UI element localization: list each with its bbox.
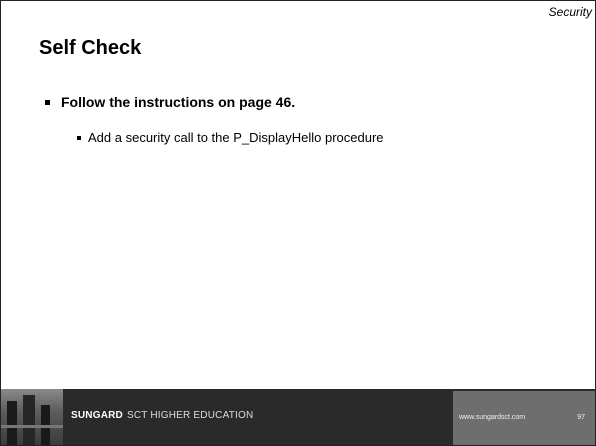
brand-name: SUNGARD xyxy=(71,410,123,421)
company-logo: SUNGARD SCT HIGHER EDUCATION xyxy=(71,410,253,421)
website-url: www.sungardsct.com xyxy=(459,414,526,421)
page-number: 97 xyxy=(577,414,585,421)
sub-bullet-item: Add a security call to the P_DisplayHell… xyxy=(77,130,384,145)
chairs-photo-icon xyxy=(1,389,63,445)
bullet-item: Follow the instructions on page 46. xyxy=(45,94,295,110)
sub-bullet-marker-icon xyxy=(77,135,81,140)
footer-info-panel: www.sungardsct.com 97 xyxy=(453,391,595,445)
slide-title: Self Check xyxy=(39,37,142,59)
footer-bar: SUNGARD SCT HIGHER EDUCATION www.sungards… xyxy=(1,389,595,445)
bullet-marker-icon xyxy=(45,99,50,105)
division-name: SCT HIGHER EDUCATION xyxy=(126,410,254,421)
section-label: Security xyxy=(548,5,592,19)
sub-bullet-text: Add a security call to the P_DisplayHell… xyxy=(88,130,384,145)
slide-frame: Security Self Check Follow the instructi… xyxy=(0,0,596,446)
bullet-text: Follow the instructions on page 46. xyxy=(61,94,296,110)
